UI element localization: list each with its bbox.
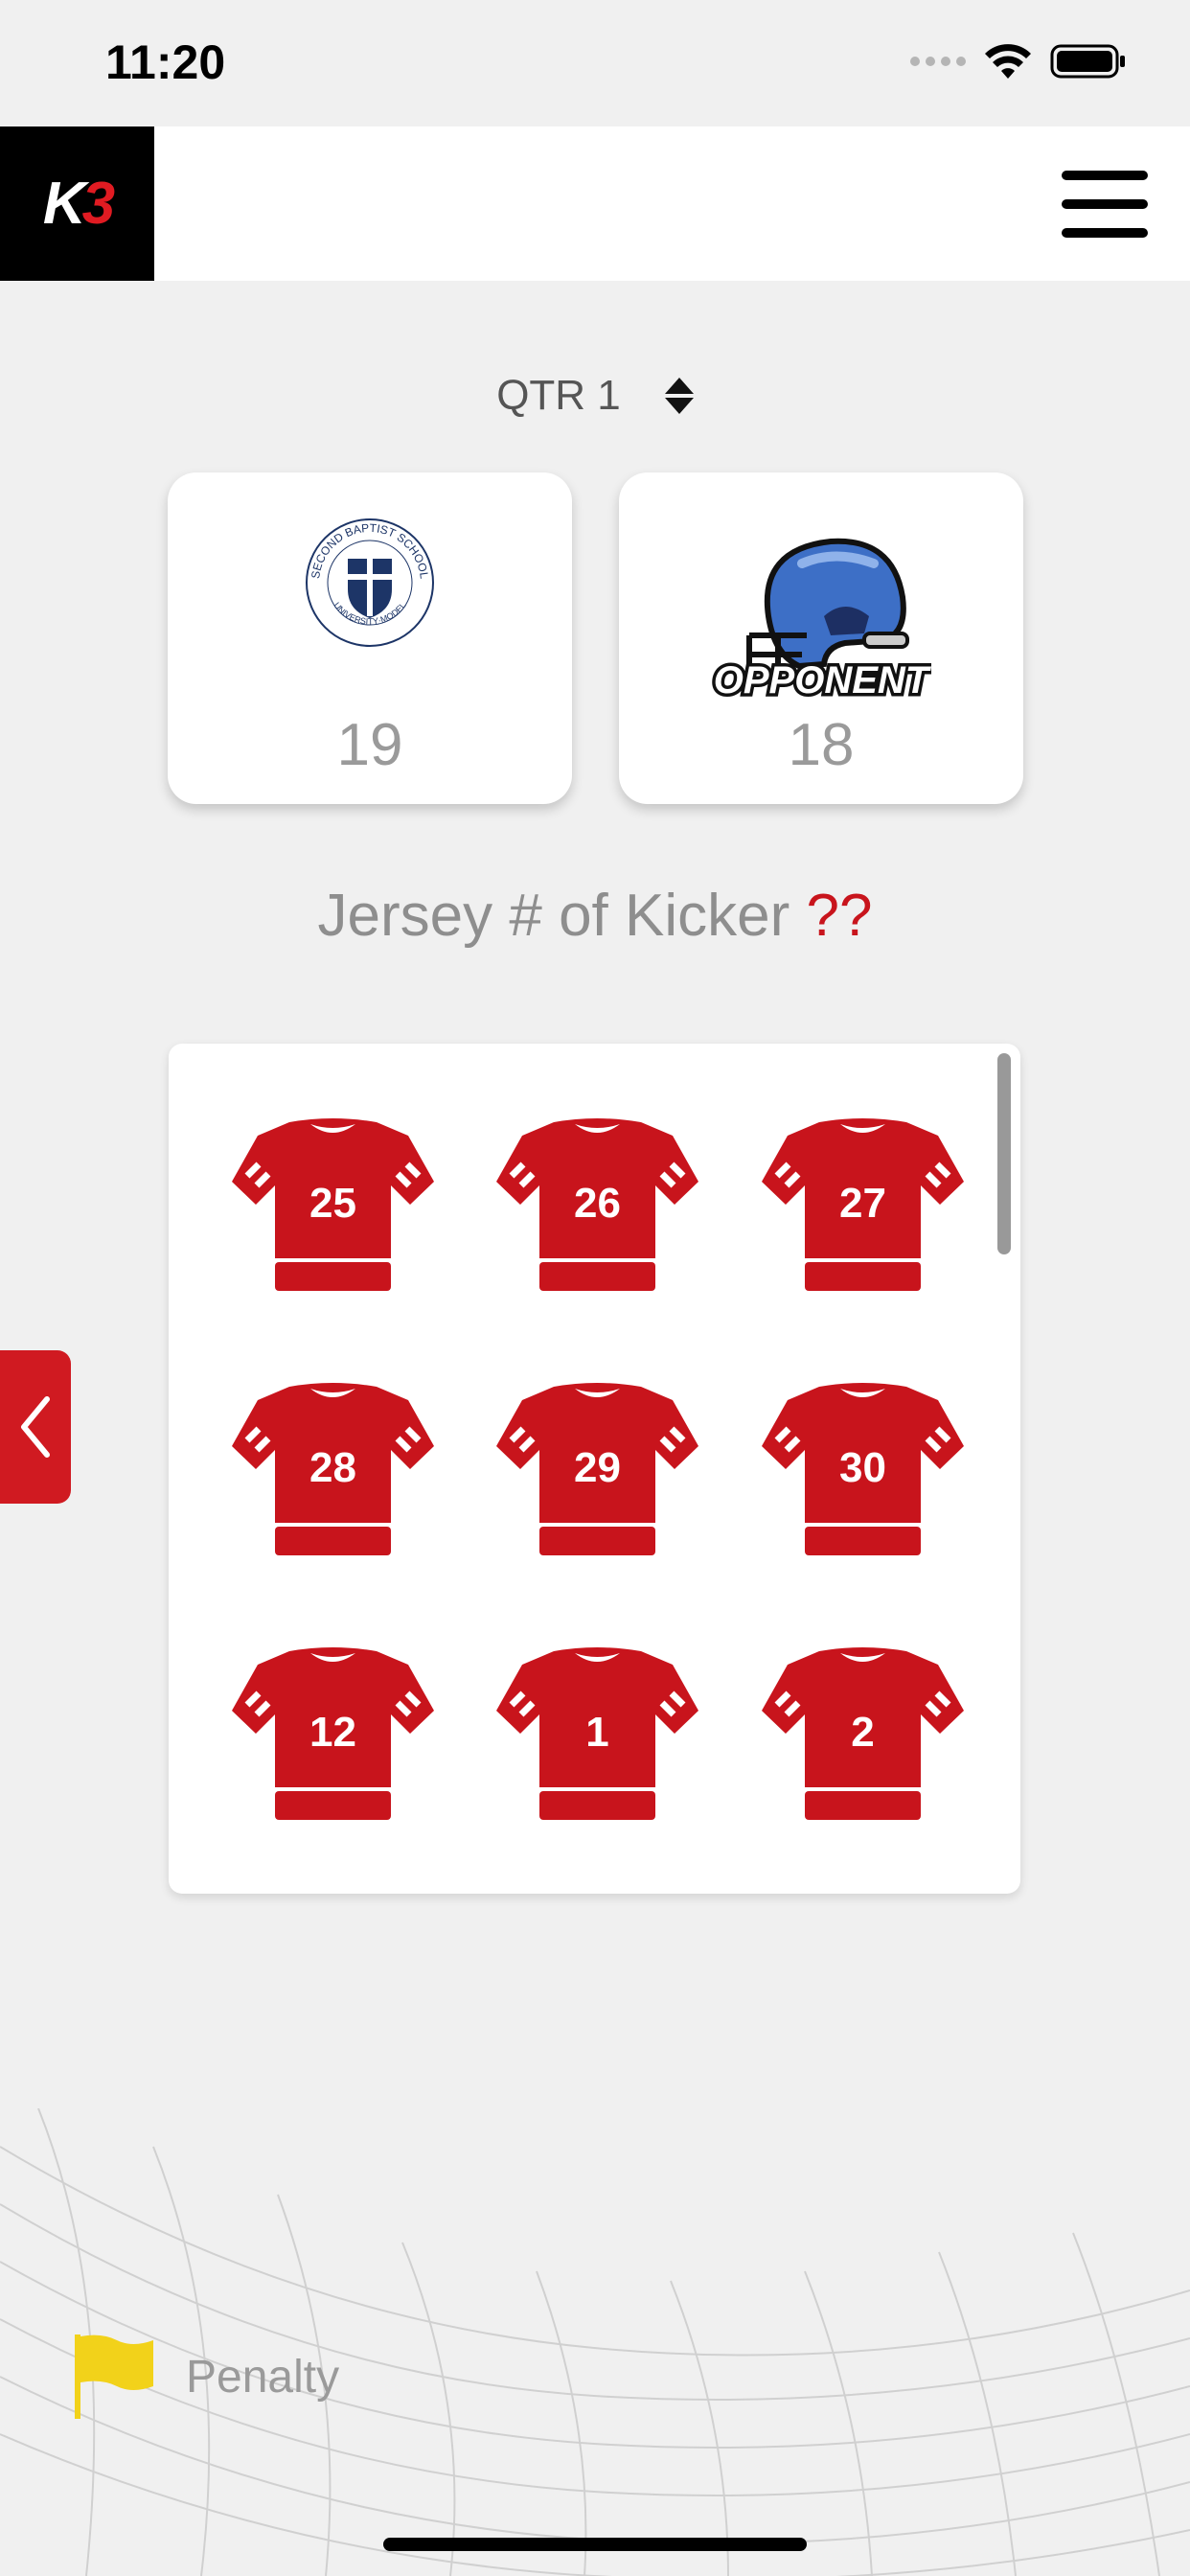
jersey-button[interactable]: 28 [230,1381,436,1557]
quarter-label: QTR 1 [496,372,621,419]
jersey-number: 28 [309,1444,356,1491]
penalty-button[interactable]: Penalty [73,2333,339,2421]
jersey-number: 12 [309,1709,356,1756]
menu-icon[interactable] [1062,171,1148,238]
battery-icon [1050,44,1125,79]
jersey-button[interactable]: 30 [760,1381,966,1557]
jersey-number: 29 [574,1444,621,1491]
jersey-number: 27 [839,1180,886,1227]
jersey-button[interactable]: 29 [494,1381,700,1557]
jersey-number: 25 [309,1180,356,1227]
jersey-number: 2 [851,1709,875,1756]
jersey-button[interactable]: 12 [230,1645,436,1822]
jersey-button[interactable]: 2 [760,1645,966,1822]
opponent-helmet-logo: OPPONENT [711,538,931,705]
home-team-seal-logo: SECOND BAPTIST SCHOOL UNIVERSITY·MODEL [306,518,434,647]
chevron-left-icon [21,1396,50,1458]
penalty-flag-icon [75,2334,153,2419]
jersey-grid[interactable]: 25 26 27 28 29 30 12 1 2 [169,1044,1020,1894]
home-indicator[interactable] [383,2538,807,2551]
collapse-panel-tab[interactable] [0,1350,71,1504]
logo-text-red: 3 [81,171,116,237]
jersey-number: 26 [574,1180,621,1227]
jersey-number: 1 [585,1709,609,1756]
jersey-button[interactable]: 27 [760,1116,966,1293]
penalty-label: Penalty [186,2351,340,2403]
opponent-logo-text: OPPONENT [714,659,931,702]
wifi-icon [985,44,1031,79]
status-time: 11:20 [105,35,226,89]
app-header: K3 [0,126,1190,281]
quarter-selector[interactable]: QTR 1 [0,372,1190,420]
away-team-score: 18 [788,712,855,778]
sort-arrows-icon[interactable] [664,378,694,414]
jersey-button[interactable]: 26 [494,1116,700,1293]
status-bar: 11:20 [0,0,1190,126]
question-marker: ?? [806,883,873,949]
logo-text: K3 [42,170,116,238]
home-team-score: 19 [336,712,403,778]
home-team-card[interactable]: SECOND BAPTIST SCHOOL UNIVERSITY·MODEL 1… [168,472,572,804]
question-text: Jersey # of Kicker [317,883,790,949]
scrollbar[interactable] [997,1053,1011,1254]
kicker-question: Jersey # of Kicker ?? [0,882,1190,950]
app-logo: K3 [0,126,154,281]
jersey-button[interactable]: 1 [494,1645,700,1822]
cellular-signal-icon [910,57,966,66]
status-icons [910,42,1127,80]
logo-text-white: K [42,171,86,237]
jersey-button[interactable]: 25 [230,1116,436,1293]
away-team-card[interactable]: OPPONENT 18 [619,472,1023,804]
jersey-number: 30 [839,1444,886,1491]
